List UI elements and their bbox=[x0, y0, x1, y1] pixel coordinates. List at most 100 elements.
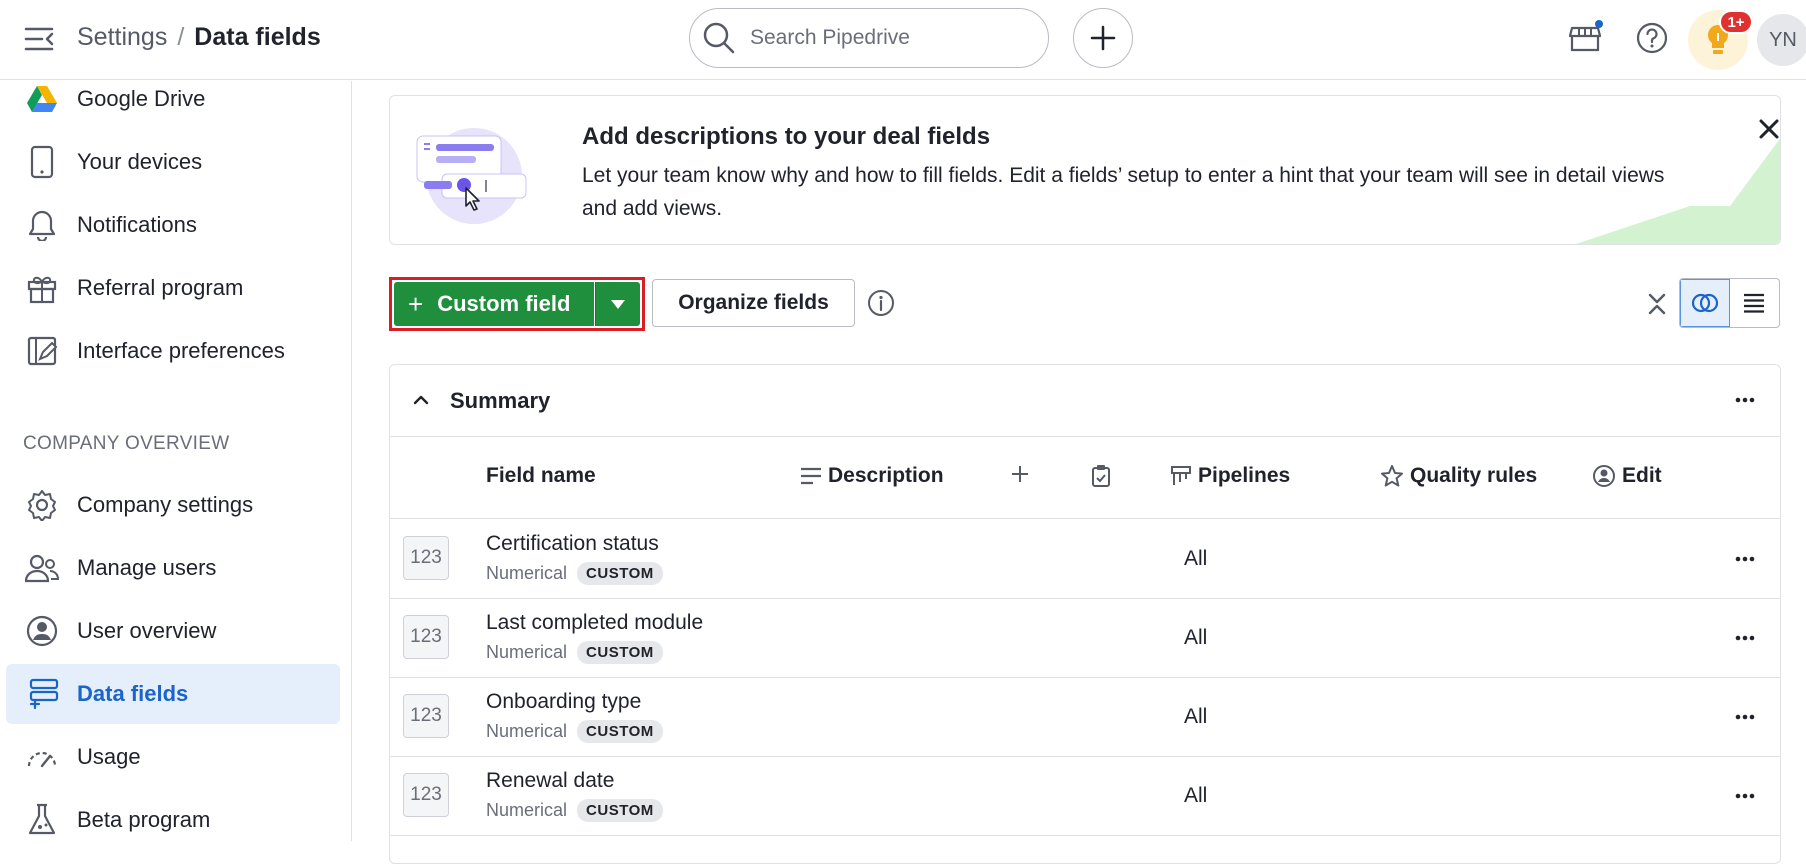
view-grouped-button[interactable] bbox=[1680, 279, 1730, 327]
close-icon bbox=[1759, 119, 1779, 139]
close-banner-button[interactable] bbox=[1752, 112, 1780, 146]
column-label: Pipelines bbox=[1198, 464, 1291, 487]
column-quality-rules: Quality rules bbox=[1380, 464, 1537, 488]
chevron-up-icon[interactable] bbox=[406, 385, 436, 415]
info-icon[interactable] bbox=[867, 289, 895, 317]
field-name[interactable]: Onboarding type bbox=[486, 690, 641, 714]
numeric-field-type-icon: 123 bbox=[403, 536, 449, 580]
notification-badge: 1+ bbox=[1719, 10, 1753, 34]
custom-badge: CUSTOM bbox=[577, 641, 663, 664]
custom-badge: CUSTOM bbox=[577, 562, 663, 585]
page-title: Data fields bbox=[194, 23, 321, 51]
column-label: Edit bbox=[1622, 464, 1662, 487]
table-row[interactable]: 123 Last completed module Numerical CUST… bbox=[390, 599, 1780, 678]
pipeline-icon bbox=[1171, 466, 1191, 485]
column-pipelines: Pipelines bbox=[1170, 464, 1290, 488]
avatar[interactable]: YN bbox=[1757, 14, 1806, 66]
sidebar-item-beta-program[interactable]: Beta program bbox=[6, 790, 340, 850]
column-field-name: Field name bbox=[486, 464, 596, 488]
summary-more-button[interactable] bbox=[1728, 383, 1762, 417]
field-type: Numerical bbox=[486, 642, 568, 662]
field-name[interactable]: Renewal date bbox=[486, 769, 614, 793]
add-column-button[interactable] bbox=[1010, 464, 1030, 484]
column-label: Description bbox=[828, 464, 944, 487]
field-name[interactable]: Certification status bbox=[486, 532, 659, 556]
field-meta: Numerical CUSTOM bbox=[486, 562, 663, 585]
star-icon bbox=[1381, 465, 1403, 487]
numeric-field-type-icon: 123 bbox=[403, 694, 449, 738]
organize-fields-button[interactable]: Organize fields bbox=[652, 279, 855, 327]
table-row[interactable]: 123 Certification status Numerical CUSTO… bbox=[390, 520, 1780, 599]
custom-field-highlight: + Custom field bbox=[389, 277, 645, 331]
main-content: Add descriptions to your deal fields Let… bbox=[353, 81, 1806, 864]
numeric-field-type-icon: 123 bbox=[403, 773, 449, 817]
breadcrumb-settings[interactable]: Settings bbox=[77, 23, 167, 52]
more-dots-icon bbox=[1735, 793, 1755, 799]
help-icon bbox=[1636, 22, 1668, 54]
sidebar-item-usage[interactable]: Usage bbox=[6, 727, 340, 787]
sidebar-item-data-fields[interactable]: Data fields bbox=[6, 664, 340, 724]
search-box bbox=[689, 8, 1049, 68]
row-more-button[interactable] bbox=[1728, 621, 1762, 655]
view-toggle bbox=[1679, 278, 1780, 328]
marketplace-button[interactable] bbox=[1565, 18, 1605, 58]
sidebar-item-user-overview[interactable]: User overview bbox=[6, 601, 340, 661]
search-input[interactable] bbox=[750, 26, 1030, 50]
banner-text: Let your team know why and how to fill f… bbox=[582, 164, 1665, 220]
summary-section: Summary Field name Description Pipelines bbox=[389, 364, 1781, 864]
sidebar-item-label: Google Drive bbox=[77, 86, 206, 111]
row-more-button[interactable] bbox=[1728, 779, 1762, 813]
custom-field-dropdown-button[interactable] bbox=[595, 282, 640, 326]
table-row[interactable]: 123 Onboarding type Numerical CUSTOM All bbox=[390, 678, 1780, 757]
sidebar-item-your-devices[interactable]: Your devices bbox=[6, 132, 340, 192]
add-custom-field-button[interactable]: + Custom field bbox=[394, 282, 594, 326]
quick-add-button[interactable] bbox=[1073, 8, 1133, 68]
table-row[interactable]: 123 Renewal date Numerical CUSTOM All bbox=[390, 757, 1780, 836]
field-type: Numerical bbox=[486, 563, 568, 583]
banner-title: Add descriptions to your deal fields bbox=[582, 123, 991, 150]
banner-decoration bbox=[1576, 138, 1780, 244]
column-required bbox=[1091, 464, 1111, 488]
row-more-button[interactable] bbox=[1728, 700, 1762, 734]
table-header: Field name Description Pipelines Quality… bbox=[390, 437, 1780, 519]
user-circle-icon bbox=[1593, 465, 1615, 487]
gift-icon bbox=[22, 268, 62, 308]
collapse-all-icon[interactable] bbox=[1642, 289, 1672, 319]
row-more-button[interactable] bbox=[1728, 542, 1762, 576]
banner-illustration bbox=[412, 118, 532, 228]
sidebar-item-label: Referral program bbox=[77, 275, 244, 300]
help-button[interactable] bbox=[1632, 18, 1672, 58]
view-list-button[interactable] bbox=[1730, 279, 1779, 327]
interface-pencil-icon bbox=[22, 331, 62, 371]
info-banner: Add descriptions to your deal fields Let… bbox=[389, 95, 1781, 245]
numeric-field-type-icon: 123 bbox=[403, 615, 449, 659]
more-dots-icon bbox=[1735, 556, 1755, 562]
field-name[interactable]: Last completed module bbox=[486, 611, 703, 635]
column-label: Quality rules bbox=[1410, 464, 1538, 487]
plus-icon: + bbox=[408, 289, 424, 319]
menu-collapse-icon[interactable] bbox=[24, 26, 56, 52]
sidebar-item-referral-program[interactable]: Referral program bbox=[6, 258, 340, 318]
search-icon bbox=[703, 22, 735, 54]
field-type: Numerical bbox=[486, 800, 568, 820]
field-pipelines: All bbox=[1184, 547, 1208, 570]
sidebar-item-notifications[interactable]: Notifications bbox=[6, 195, 340, 255]
sidebar-item-label: User overview bbox=[77, 618, 217, 643]
custom-badge: CUSTOM bbox=[577, 720, 663, 743]
field-pipelines: All bbox=[1184, 705, 1208, 728]
plus-icon bbox=[1012, 466, 1028, 482]
sidebar-item-manage-users[interactable]: Manage users bbox=[6, 538, 340, 598]
breadcrumb: Settings / Data fields bbox=[77, 23, 321, 52]
sidebar-item-google-drive[interactable]: Google Drive bbox=[6, 69, 340, 129]
text-lines-icon bbox=[801, 467, 821, 485]
sidebar-item-company-settings[interactable]: Company settings bbox=[6, 475, 340, 535]
section-title-company-overview: COMPANY OVERVIEW bbox=[23, 433, 230, 454]
summary-title: Summary bbox=[450, 388, 551, 413]
more-dots-icon bbox=[1735, 397, 1755, 403]
sidebar-item-interface-preferences[interactable]: Interface preferences bbox=[6, 321, 340, 381]
top-bar: Settings / Data fields 1+ YN bbox=[0, 0, 1806, 80]
sidebar-item-label: Interface preferences bbox=[77, 338, 285, 363]
sidebar-item-label: Notifications bbox=[77, 212, 197, 237]
gauge-icon bbox=[22, 737, 62, 777]
list-icon bbox=[1744, 293, 1765, 313]
